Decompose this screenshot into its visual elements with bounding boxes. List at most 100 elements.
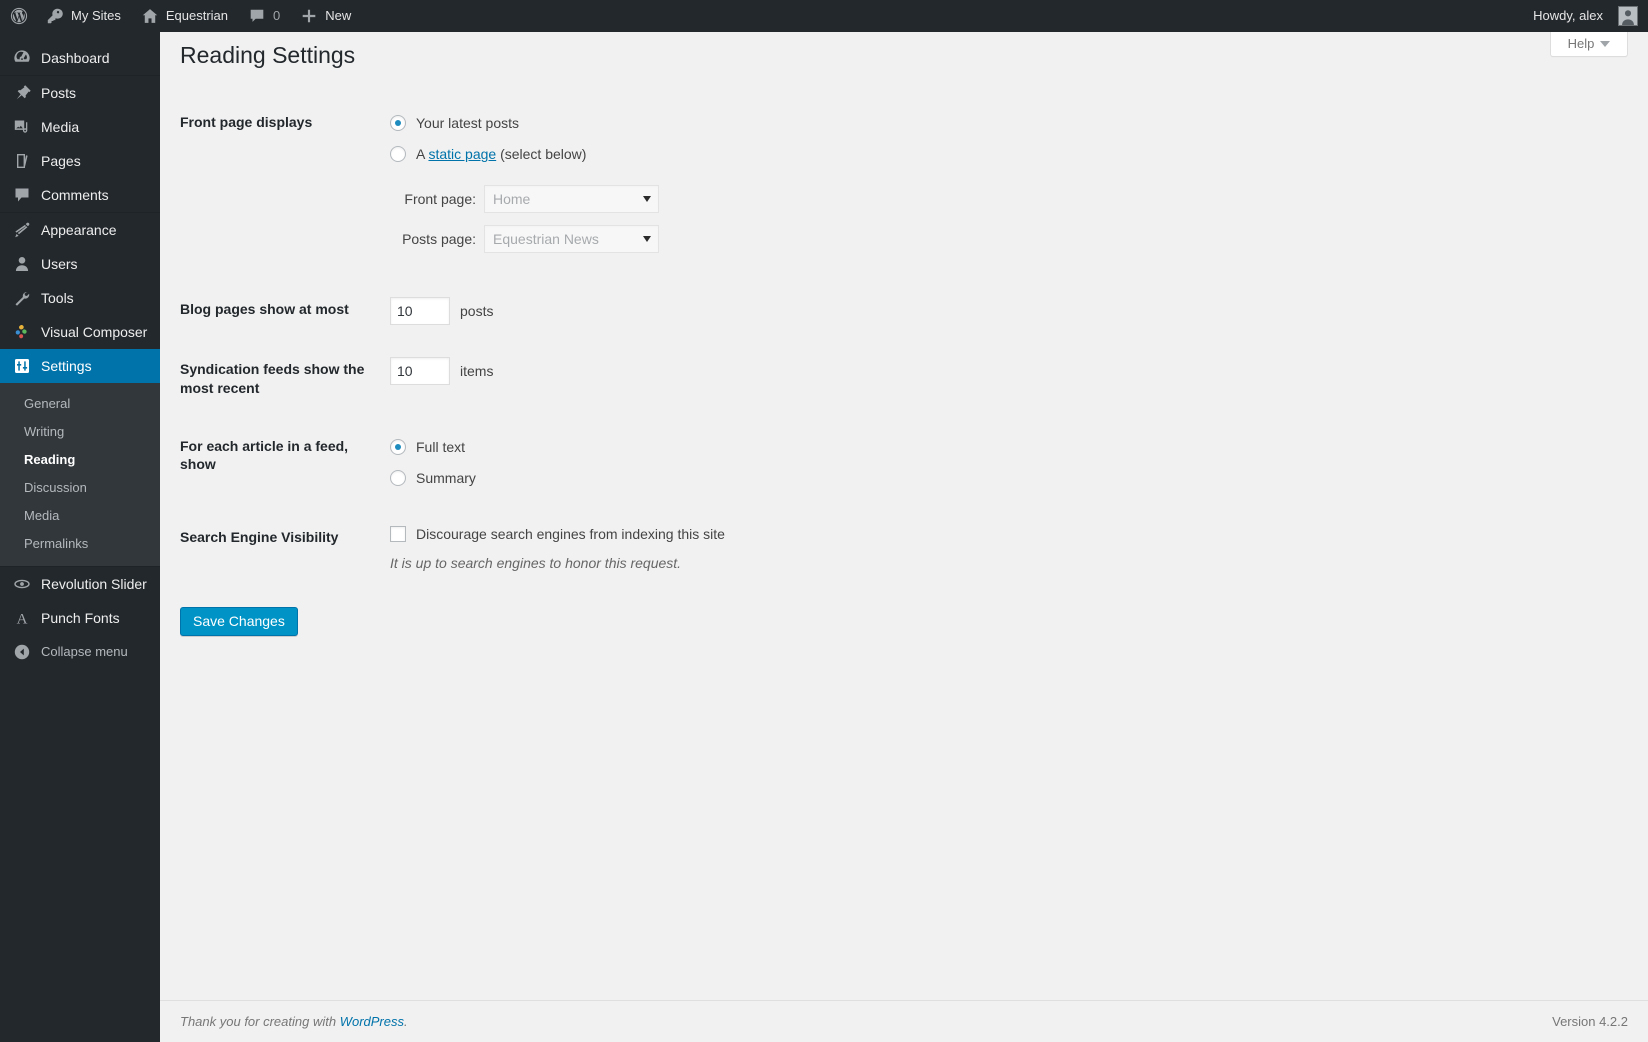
radio-label-your-latest-posts[interactable]: Your latest posts	[416, 114, 519, 132]
admin-bar-item-my-sites[interactable]: My Sites	[36, 0, 131, 32]
sidebar-item-appearance[interactable]: Appearance	[0, 213, 160, 247]
radio-row-static-page[interactable]: A static page (select below)	[390, 138, 1270, 169]
radio-static-page[interactable]	[390, 146, 406, 163]
sidebar-label-users: Users	[41, 256, 78, 272]
field-feed-article-show: Full text Summary	[380, 417, 1280, 508]
sidebar-item-visual-composer[interactable]: Visual Composer	[0, 315, 160, 349]
sidebar-item-media[interactable]: Media	[0, 110, 160, 144]
admin-bar-site-label: Equestrian	[165, 8, 228, 23]
submenu-item-writing[interactable]: Writing	[0, 418, 160, 446]
submenu-link-writing[interactable]: Writing	[0, 418, 160, 446]
admin-bar-howdy-label: Howdy, alex	[1533, 8, 1603, 23]
sidebar-link-posts[interactable]: Posts	[0, 76, 160, 110]
posts-page-select-value: Equestrian News	[493, 231, 599, 248]
row-syndication-feeds: Syndication feeds show the most recent i…	[180, 340, 1280, 416]
submenu-item-general[interactable]: General	[0, 390, 160, 418]
visual-composer-icon	[12, 322, 32, 342]
media-icon	[12, 117, 32, 137]
admin-bar-item-new[interactable]: New	[290, 0, 361, 32]
syndication-row: items	[390, 355, 1270, 386]
posts-page-select[interactable]: Equestrian News	[484, 225, 659, 254]
discourage-search-checkbox[interactable]	[390, 526, 406, 543]
sidebar-link-users[interactable]: Users	[0, 247, 160, 281]
sidebar-link-revolution-slider[interactable]: Revolution Slider	[0, 567, 160, 601]
sidebar-item-tools[interactable]: Tools	[0, 281, 160, 315]
sidebar-item-settings[interactable]: Settings General Writing Reading Discuss…	[0, 349, 168, 566]
sidebar-item-collapse[interactable]: Collapse menu	[0, 635, 160, 669]
submenu-link-general[interactable]: General	[0, 390, 160, 418]
static-suffix-text: (select below)	[496, 146, 587, 163]
sidebar-link-comments[interactable]: Comments	[0, 178, 160, 212]
posts-page-select-row: Posts page: Equestrian News	[390, 225, 1270, 254]
sidebar-item-comments[interactable]: Comments	[0, 178, 160, 212]
sidebar-link-punch-fonts[interactable]: A Punch Fonts	[0, 601, 160, 635]
wordpress-logo-menu[interactable]	[0, 0, 36, 32]
sidebar-label-media: Media	[41, 119, 80, 135]
submenu-item-discussion[interactable]: Discussion	[0, 474, 160, 502]
sidebar-label-appearance: Appearance	[41, 222, 117, 238]
help-toggle-button[interactable]: Help	[1550, 32, 1628, 57]
radio-row-full-text[interactable]: Full text	[390, 432, 1270, 462]
submenu-link-permalinks[interactable]: Permalinks	[0, 530, 160, 558]
radio-row-summary[interactable]: Summary	[390, 462, 1270, 493]
admin-bar-item-site-name[interactable]: Equestrian	[131, 0, 238, 32]
wordpress-link[interactable]: WordPress	[340, 1014, 404, 1029]
sidebar-link-tools[interactable]: Tools	[0, 281, 160, 315]
radio-label-summary[interactable]: Summary	[416, 469, 476, 487]
reading-settings-table: Front page displays Your latest posts A …	[180, 93, 1280, 589]
admin-bar-my-sites-label: My Sites	[71, 8, 121, 23]
sidebar-item-pages[interactable]: Pages	[0, 144, 160, 178]
sidebar-link-pages[interactable]: Pages	[0, 144, 160, 178]
sidebar-link-dashboard[interactable]: Dashboard	[0, 41, 160, 75]
radio-row-latest-posts[interactable]: Your latest posts	[390, 108, 1270, 138]
blog-pages-row: posts	[390, 295, 1270, 326]
syndication-unit: items	[460, 363, 494, 380]
sidebar-item-revolution-slider[interactable]: Revolution Slider	[0, 567, 160, 601]
label-front-page-displays: Front page displays	[180, 114, 313, 130]
admin-bar-account-menu[interactable]: Howdy, alex	[1523, 0, 1648, 32]
sidebar-item-punch-fonts[interactable]: A Punch Fonts	[0, 601, 160, 635]
admin-sidebar: Dashboard Posts Media Pages Comments App…	[0, 32, 168, 1042]
admin-bar-right: Howdy, alex	[1523, 0, 1648, 32]
submenu-item-permalinks[interactable]: Permalinks	[0, 530, 160, 558]
sidebar-item-dashboard[interactable]: Dashboard	[0, 41, 160, 75]
page-title: Reading Settings	[180, 42, 356, 68]
submenu-link-reading[interactable]: Reading	[0, 446, 160, 474]
radio-full-text[interactable]	[390, 438, 406, 455]
home-icon	[141, 6, 159, 26]
submenu-link-media[interactable]: Media	[0, 502, 160, 530]
syndication-input[interactable]	[390, 357, 450, 386]
plus-icon	[300, 6, 318, 26]
row-feed-article-show: For each article in a feed, show Full te…	[180, 417, 1280, 508]
sidebar-link-appearance[interactable]: Appearance	[0, 213, 160, 247]
footer-thanks-suffix: .	[404, 1014, 408, 1029]
submit-area: Save Changes	[180, 593, 1628, 636]
collapse-menu-label: Collapse menu	[41, 644, 128, 659]
discourage-search-label[interactable]: Discourage search engines from indexing …	[416, 525, 725, 543]
static-page-selects: Front page: Home Posts page: Equestrian …	[390, 185, 1270, 254]
static-page-link[interactable]: static page	[428, 146, 496, 162]
radio-summary[interactable]	[390, 470, 406, 487]
users-icon	[12, 254, 32, 274]
footer-thanks: Thank you for creating with WordPress.	[180, 1014, 408, 1029]
submenu-item-reading[interactable]: Reading	[0, 446, 160, 474]
sidebar-link-media[interactable]: Media	[0, 110, 160, 144]
radio-your-latest-posts[interactable]	[390, 115, 406, 132]
collapse-menu-button[interactable]: Collapse menu	[0, 635, 160, 669]
admin-bar-item-comments[interactable]: 0	[238, 0, 290, 32]
sidebar-item-users[interactable]: Users	[0, 247, 160, 281]
discourage-search-row[interactable]: Discourage search engines from indexing …	[390, 523, 1270, 543]
sidebar-link-visual-composer[interactable]: Visual Composer	[0, 315, 160, 349]
radio-label-full-text[interactable]: Full text	[416, 438, 465, 456]
sidebar-label-pages: Pages	[41, 153, 81, 169]
submenu-link-discussion[interactable]: Discussion	[0, 474, 160, 502]
label-search-engine-visibility: Search Engine Visibility	[180, 529, 339, 546]
save-changes-button[interactable]: Save Changes	[180, 606, 298, 636]
submenu-item-media[interactable]: Media	[0, 502, 160, 530]
front-page-select[interactable]: Home	[484, 185, 659, 214]
static-prefix-text: A	[416, 146, 429, 163]
sidebar-link-settings[interactable]: Settings	[0, 349, 168, 383]
blog-pages-input[interactable]	[390, 297, 450, 326]
sidebar-item-posts[interactable]: Posts	[0, 76, 160, 110]
radio-label-static-page[interactable]: A static page (select below)	[416, 145, 586, 163]
